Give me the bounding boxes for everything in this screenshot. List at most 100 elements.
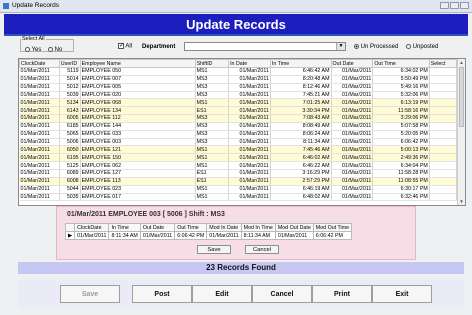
table-cell[interactable]: EMPLOYEE 134 <box>80 106 196 116</box>
table-cell[interactable]: 6:13:19 PM <box>372 98 430 108</box>
table-cell[interactable]: EMPLOYEE 144 <box>80 122 196 131</box>
table-cell[interactable]: 5119 <box>59 67 81 76</box>
table-cell[interactable]: 6:46:19 AM <box>270 185 332 194</box>
table-row[interactable]: 01/Mar/2011 5006 EMPLOYEE 003 MS3 01/Mar/201… <box>19 138 458 147</box>
table-cell[interactable]: 6050 <box>59 145 81 155</box>
table-cell[interactable]: ES1 <box>195 106 230 116</box>
table-cell[interactable]: MS3 <box>195 122 230 131</box>
detail-cell[interactable]: 6:06:42 PM <box>174 231 208 240</box>
table-row[interactable]: 01/Mar/2011 6089 EMPLOYEE 127 ES1 01/Mar/201… <box>19 169 458 178</box>
detail-save-button[interactable]: Save <box>197 245 231 254</box>
table-cell[interactable]: MS1 <box>195 145 230 155</box>
table-cell[interactable]: 01/Mar/2011 <box>19 67 60 76</box>
table-cell[interactable]: ES1 <box>195 169 230 178</box>
table-cell[interactable]: MS1 <box>195 193 230 202</box>
column-header[interactable]: Out Date <box>330 59 374 68</box>
edit-button[interactable]: Edit <box>192 285 252 303</box>
table-cell[interactable]: 01/Mar/2011 <box>19 185 60 194</box>
select-cell[interactable] <box>429 153 458 163</box>
minimize-button[interactable] <box>440 2 449 9</box>
table-cell[interactable]: 01/Mar/2011 <box>228 98 271 108</box>
table-cell[interactable]: 5:50:49 PM <box>372 75 430 84</box>
table-cell[interactable]: EMPLOYEE 112 <box>80 114 196 123</box>
table-cell[interactable]: 01/Mar/2011 <box>19 145 60 155</box>
table-cell[interactable]: 5065 <box>59 130 81 139</box>
column-header[interactable]: Employee Name <box>79 59 196 68</box>
table-cell[interactable]: 01/Mar/2011 <box>331 130 374 139</box>
table-cell[interactable]: 01/Mar/2011 <box>19 83 60 92</box>
select-cell[interactable] <box>429 83 458 92</box>
all-checkbox[interactable] <box>118 42 124 49</box>
table-cell[interactable]: 01/Mar/2011 <box>228 145 271 155</box>
table-cell[interactable]: 8:06:24 AM <box>270 130 332 139</box>
table-row[interactable]: 01/Mar/2011 5119 EMPLOYEE 050 MS1 01/Mar/201… <box>19 67 458 76</box>
table-cell[interactable]: 01/Mar/2011 <box>228 153 271 163</box>
unposted-radio[interactable] <box>406 44 411 49</box>
column-header[interactable]: Select <box>428 59 458 68</box>
detail-row[interactable]: ▶ 01/Mar/2011 8:11:34 AM 01/Mar/2011 6:0… <box>64 231 353 240</box>
table-cell[interactable]: EMPLOYEE 068 <box>80 98 196 108</box>
exit-button[interactable]: Exit <box>372 285 432 303</box>
table-cell[interactable]: MS3 <box>195 114 230 123</box>
detail-cell[interactable]: 6:06:42 PM <box>312 231 353 240</box>
table-cell[interactable]: MS1 <box>195 67 230 76</box>
table-cell[interactable]: 5044 <box>59 185 81 194</box>
table-cell[interactable]: 5:32:06 PM <box>372 91 430 100</box>
table-cell[interactable]: 2:57:29 PM <box>270 177 332 186</box>
table-cell[interactable]: 8:20:48 AM <box>270 75 332 84</box>
table-cell[interactable]: EMPLOYEE 003 <box>80 138 196 147</box>
select-cell[interactable] <box>429 193 458 202</box>
detail-cell[interactable]: 01/Mar/2011 <box>74 231 110 240</box>
scroll-up-icon[interactable]: ▲ <box>458 59 465 66</box>
table-cell[interactable]: 01/Mar/2011 <box>19 75 60 84</box>
table-cell[interactable]: 5125 <box>59 161 81 170</box>
table-row[interactable]: 01/Mar/2011 5035 EMPLOYEE 017 MS1 01/Mar/201… <box>19 193 458 202</box>
table-cell[interactable]: 8:11:34 AM <box>270 138 332 147</box>
table-cell[interactable]: 01/Mar/2011 <box>19 130 60 139</box>
table-cell[interactable]: 5:00:13 PM <box>372 145 430 155</box>
table-cell[interactable]: 01/Mar/2011 <box>19 153 60 163</box>
table-cell[interactable]: 5035 <box>59 193 81 202</box>
table-cell[interactable]: ES1 <box>195 177 230 186</box>
column-header[interactable]: UserID <box>58 59 81 68</box>
maximize-button[interactable] <box>450 2 459 9</box>
table-cell[interactable]: 3:30:34 PM <box>270 106 332 116</box>
table-cell[interactable]: MS1 <box>195 98 230 108</box>
table-cell[interactable]: 01/Mar/2011 <box>331 98 374 108</box>
select-no-radio[interactable] <box>48 47 53 52</box>
detail-cell[interactable]: 8:11:34 AM <box>108 231 141 240</box>
detail-cell[interactable]: 01/Mar/2011 <box>274 231 314 240</box>
table-cell[interactable]: 01/Mar/2011 <box>228 161 271 170</box>
table-cell[interactable]: 01/Mar/2011 <box>228 130 271 139</box>
select-cell[interactable] <box>429 177 458 186</box>
table-cell[interactable]: 01/Mar/2011 <box>331 161 374 170</box>
select-cell[interactable] <box>429 138 458 147</box>
table-cell[interactable]: 5134 <box>59 98 81 108</box>
column-header[interactable]: In Time <box>269 59 332 68</box>
select-cell[interactable] <box>429 130 458 139</box>
table-cell[interactable]: 5:49:16 PM <box>372 83 430 92</box>
table-cell[interactable]: 01/Mar/2011 <box>228 138 271 147</box>
records-grid[interactable]: ClockDate UserID Employee Name ShiftID I… <box>18 58 466 206</box>
table-cell[interactable]: 6:32:46 PM <box>372 193 430 202</box>
table-cell[interactable]: EMPLOYEE 005 <box>80 83 196 92</box>
table-cell[interactable]: 01/Mar/2011 <box>228 114 271 123</box>
table-cell[interactable]: 01/Mar/2011 <box>228 177 271 186</box>
table-row[interactable]: 01/Mar/2011 6050 EMPLOYEE 121 MS1 01/Mar/201… <box>19 145 458 155</box>
table-cell[interactable]: 5012 <box>59 83 81 92</box>
column-header[interactable]: In Date <box>228 59 271 68</box>
table-cell[interactable]: 6143 <box>59 106 81 116</box>
table-cell[interactable]: 01/Mar/2011 <box>331 138 374 147</box>
scroll-down-icon[interactable]: ▼ <box>458 198 465 205</box>
table-cell[interactable]: 6008 <box>59 177 81 186</box>
table-cell[interactable]: 01/Mar/2011 <box>228 91 271 100</box>
table-cell[interactable]: 01/Mar/2011 <box>228 122 271 131</box>
table-cell[interactable]: 01/Mar/2011 <box>228 106 271 116</box>
table-cell[interactable]: 01/Mar/2011 <box>331 153 374 163</box>
table-cell[interactable]: 8:12:46 AM <box>270 83 332 92</box>
column-header[interactable]: Out Time <box>372 59 430 68</box>
table-cell[interactable]: 6089 <box>59 169 81 178</box>
table-cell[interactable]: 01/Mar/2011 <box>19 138 60 147</box>
table-cell[interactable]: 01/Mar/2011 <box>331 83 374 92</box>
table-row[interactable]: 01/Mar/2011 6143 EMPLOYEE 134 ES1 01/Mar/201… <box>19 106 458 116</box>
